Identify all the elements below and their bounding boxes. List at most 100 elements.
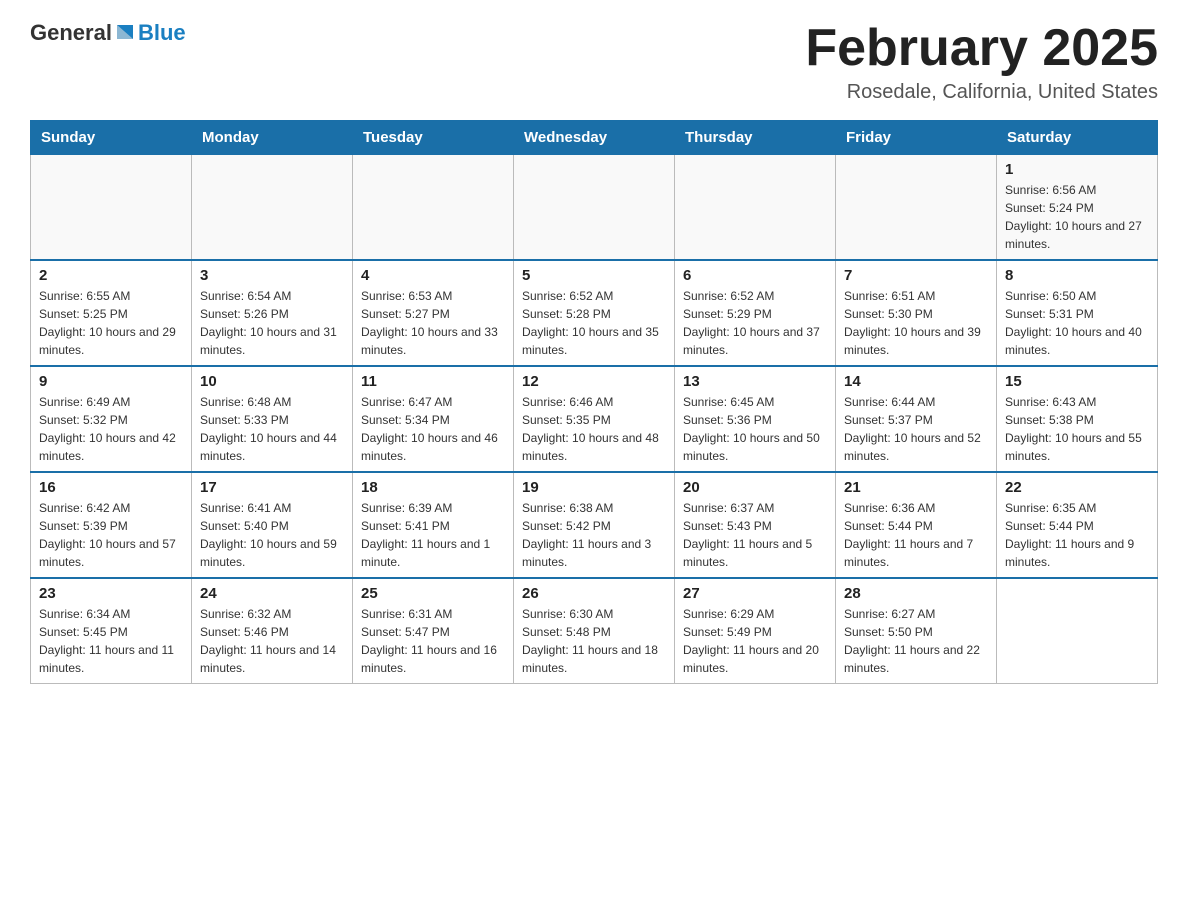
calendar-cell: 10 Sunrise: 6:48 AM Sunset: 5:33 PM Dayli… bbox=[192, 366, 353, 472]
day-info: Sunrise: 6:41 AM Sunset: 5:40 PM Dayligh… bbox=[200, 499, 344, 571]
day-number: 7 bbox=[844, 267, 988, 284]
day-info: Sunrise: 6:37 AM Sunset: 5:43 PM Dayligh… bbox=[683, 499, 827, 571]
calendar-cell: 15 Sunrise: 6:43 AM Sunset: 5:38 PM Dayli… bbox=[997, 366, 1158, 472]
day-info: Sunrise: 6:49 AM Sunset: 5:32 PM Dayligh… bbox=[39, 393, 183, 465]
day-info: Sunrise: 6:30 AM Sunset: 5:48 PM Dayligh… bbox=[522, 605, 666, 677]
day-number: 21 bbox=[844, 479, 988, 496]
day-number: 3 bbox=[200, 267, 344, 284]
day-number: 10 bbox=[200, 373, 344, 390]
day-info: Sunrise: 6:27 AM Sunset: 5:50 PM Dayligh… bbox=[844, 605, 988, 677]
day-number: 16 bbox=[39, 479, 183, 496]
day-number: 25 bbox=[361, 585, 505, 602]
calendar-week-1: 1 Sunrise: 6:56 AM Sunset: 5:24 PM Daylig… bbox=[31, 155, 1158, 261]
day-number: 19 bbox=[522, 479, 666, 496]
day-number: 8 bbox=[1005, 267, 1149, 284]
day-number: 5 bbox=[522, 267, 666, 284]
calendar-cell: 14 Sunrise: 6:44 AM Sunset: 5:37 PM Dayli… bbox=[836, 366, 997, 472]
day-number: 2 bbox=[39, 267, 183, 284]
page-header: General Blue February 2025 Rosedale, Cal… bbox=[30, 20, 1158, 104]
calendar-week-4: 16 Sunrise: 6:42 AM Sunset: 5:39 PM Dayli… bbox=[31, 472, 1158, 578]
day-number: 17 bbox=[200, 479, 344, 496]
day-info: Sunrise: 6:47 AM Sunset: 5:34 PM Dayligh… bbox=[361, 393, 505, 465]
calendar-header-sunday: Sunday bbox=[31, 121, 192, 155]
calendar-cell: 12 Sunrise: 6:46 AM Sunset: 5:35 PM Dayli… bbox=[514, 366, 675, 472]
day-number: 28 bbox=[844, 585, 988, 602]
day-info: Sunrise: 6:48 AM Sunset: 5:33 PM Dayligh… bbox=[200, 393, 344, 465]
day-number: 1 bbox=[1005, 161, 1149, 178]
logo-triangle-icon bbox=[113, 21, 137, 45]
day-info: Sunrise: 6:51 AM Sunset: 5:30 PM Dayligh… bbox=[844, 287, 988, 359]
day-number: 18 bbox=[361, 479, 505, 496]
page-subtitle: Rosedale, California, United States bbox=[805, 81, 1158, 104]
calendar-cell: 9 Sunrise: 6:49 AM Sunset: 5:32 PM Daylig… bbox=[31, 366, 192, 472]
calendar-cell: 21 Sunrise: 6:36 AM Sunset: 5:44 PM Dayli… bbox=[836, 472, 997, 578]
day-info: Sunrise: 6:52 AM Sunset: 5:28 PM Dayligh… bbox=[522, 287, 666, 359]
day-info: Sunrise: 6:54 AM Sunset: 5:26 PM Dayligh… bbox=[200, 287, 344, 359]
calendar-cell: 13 Sunrise: 6:45 AM Sunset: 5:36 PM Dayli… bbox=[675, 366, 836, 472]
day-info: Sunrise: 6:36 AM Sunset: 5:44 PM Dayligh… bbox=[844, 499, 988, 571]
day-number: 13 bbox=[683, 373, 827, 390]
calendar-table: SundayMondayTuesdayWednesdayThursdayFrid… bbox=[30, 120, 1158, 684]
calendar-cell bbox=[353, 155, 514, 261]
calendar-header-thursday: Thursday bbox=[675, 121, 836, 155]
calendar-cell: 1 Sunrise: 6:56 AM Sunset: 5:24 PM Daylig… bbox=[997, 155, 1158, 261]
calendar-cell: 17 Sunrise: 6:41 AM Sunset: 5:40 PM Dayli… bbox=[192, 472, 353, 578]
day-info: Sunrise: 6:35 AM Sunset: 5:44 PM Dayligh… bbox=[1005, 499, 1149, 571]
day-info: Sunrise: 6:38 AM Sunset: 5:42 PM Dayligh… bbox=[522, 499, 666, 571]
day-info: Sunrise: 6:43 AM Sunset: 5:38 PM Dayligh… bbox=[1005, 393, 1149, 465]
day-info: Sunrise: 6:42 AM Sunset: 5:39 PM Dayligh… bbox=[39, 499, 183, 571]
day-info: Sunrise: 6:46 AM Sunset: 5:35 PM Dayligh… bbox=[522, 393, 666, 465]
day-number: 6 bbox=[683, 267, 827, 284]
day-info: Sunrise: 6:45 AM Sunset: 5:36 PM Dayligh… bbox=[683, 393, 827, 465]
day-number: 12 bbox=[522, 373, 666, 390]
logo-blue-text: Blue bbox=[138, 20, 186, 46]
title-block: February 2025 Rosedale, California, Unit… bbox=[805, 20, 1158, 104]
calendar-header-monday: Monday bbox=[192, 121, 353, 155]
day-number: 14 bbox=[844, 373, 988, 390]
day-number: 23 bbox=[39, 585, 183, 602]
calendar-cell bbox=[675, 155, 836, 261]
day-number: 9 bbox=[39, 373, 183, 390]
day-info: Sunrise: 6:29 AM Sunset: 5:49 PM Dayligh… bbox=[683, 605, 827, 677]
calendar-cell bbox=[836, 155, 997, 261]
calendar-cell bbox=[514, 155, 675, 261]
page-title: February 2025 bbox=[805, 20, 1158, 77]
calendar-header-tuesday: Tuesday bbox=[353, 121, 514, 155]
day-info: Sunrise: 6:32 AM Sunset: 5:46 PM Dayligh… bbox=[200, 605, 344, 677]
calendar-cell: 18 Sunrise: 6:39 AM Sunset: 5:41 PM Dayli… bbox=[353, 472, 514, 578]
day-number: 4 bbox=[361, 267, 505, 284]
calendar-cell: 2 Sunrise: 6:55 AM Sunset: 5:25 PM Daylig… bbox=[31, 260, 192, 366]
calendar-cell: 7 Sunrise: 6:51 AM Sunset: 5:30 PM Daylig… bbox=[836, 260, 997, 366]
day-info: Sunrise: 6:50 AM Sunset: 5:31 PM Dayligh… bbox=[1005, 287, 1149, 359]
calendar-week-3: 9 Sunrise: 6:49 AM Sunset: 5:32 PM Daylig… bbox=[31, 366, 1158, 472]
calendar-cell: 22 Sunrise: 6:35 AM Sunset: 5:44 PM Dayli… bbox=[997, 472, 1158, 578]
day-number: 22 bbox=[1005, 479, 1149, 496]
calendar-week-5: 23Sunrise: 6:34 AM Sunset: 5:45 PM Dayli… bbox=[31, 578, 1158, 684]
day-number: 27 bbox=[683, 585, 827, 602]
logo: General Blue bbox=[30, 20, 186, 46]
calendar-cell: 5 Sunrise: 6:52 AM Sunset: 5:28 PM Daylig… bbox=[514, 260, 675, 366]
calendar-header-friday: Friday bbox=[836, 121, 997, 155]
calendar-cell: 3 Sunrise: 6:54 AM Sunset: 5:26 PM Daylig… bbox=[192, 260, 353, 366]
day-info: Sunrise: 6:53 AM Sunset: 5:27 PM Dayligh… bbox=[361, 287, 505, 359]
day-info: Sunrise: 6:39 AM Sunset: 5:41 PM Dayligh… bbox=[361, 499, 505, 571]
day-info: Sunrise: 6:52 AM Sunset: 5:29 PM Dayligh… bbox=[683, 287, 827, 359]
calendar-cell: 20Sunrise: 6:37 AM Sunset: 5:43 PM Dayli… bbox=[675, 472, 836, 578]
calendar-header-saturday: Saturday bbox=[997, 121, 1158, 155]
day-info: Sunrise: 6:31 AM Sunset: 5:47 PM Dayligh… bbox=[361, 605, 505, 677]
calendar-cell: 28 Sunrise: 6:27 AM Sunset: 5:50 PM Dayli… bbox=[836, 578, 997, 684]
day-info: Sunrise: 6:56 AM Sunset: 5:24 PM Dayligh… bbox=[1005, 181, 1149, 253]
day-info: Sunrise: 6:44 AM Sunset: 5:37 PM Dayligh… bbox=[844, 393, 988, 465]
calendar-cell: 27 Sunrise: 6:29 AM Sunset: 5:49 PM Dayli… bbox=[675, 578, 836, 684]
day-info: Sunrise: 6:55 AM Sunset: 5:25 PM Dayligh… bbox=[39, 287, 183, 359]
calendar-cell: 4 Sunrise: 6:53 AM Sunset: 5:27 PM Daylig… bbox=[353, 260, 514, 366]
calendar-cell: 19 Sunrise: 6:38 AM Sunset: 5:42 PM Dayli… bbox=[514, 472, 675, 578]
calendar-cell: 8 Sunrise: 6:50 AM Sunset: 5:31 PM Daylig… bbox=[997, 260, 1158, 366]
calendar-header-wednesday: Wednesday bbox=[514, 121, 675, 155]
calendar-cell: 26 Sunrise: 6:30 AM Sunset: 5:48 PM Dayli… bbox=[514, 578, 675, 684]
day-number: 24 bbox=[200, 585, 344, 602]
day-number: 15 bbox=[1005, 373, 1149, 390]
calendar-cell: 24 Sunrise: 6:32 AM Sunset: 5:46 PM Dayli… bbox=[192, 578, 353, 684]
calendar-cell bbox=[192, 155, 353, 261]
day-number: 26 bbox=[522, 585, 666, 602]
